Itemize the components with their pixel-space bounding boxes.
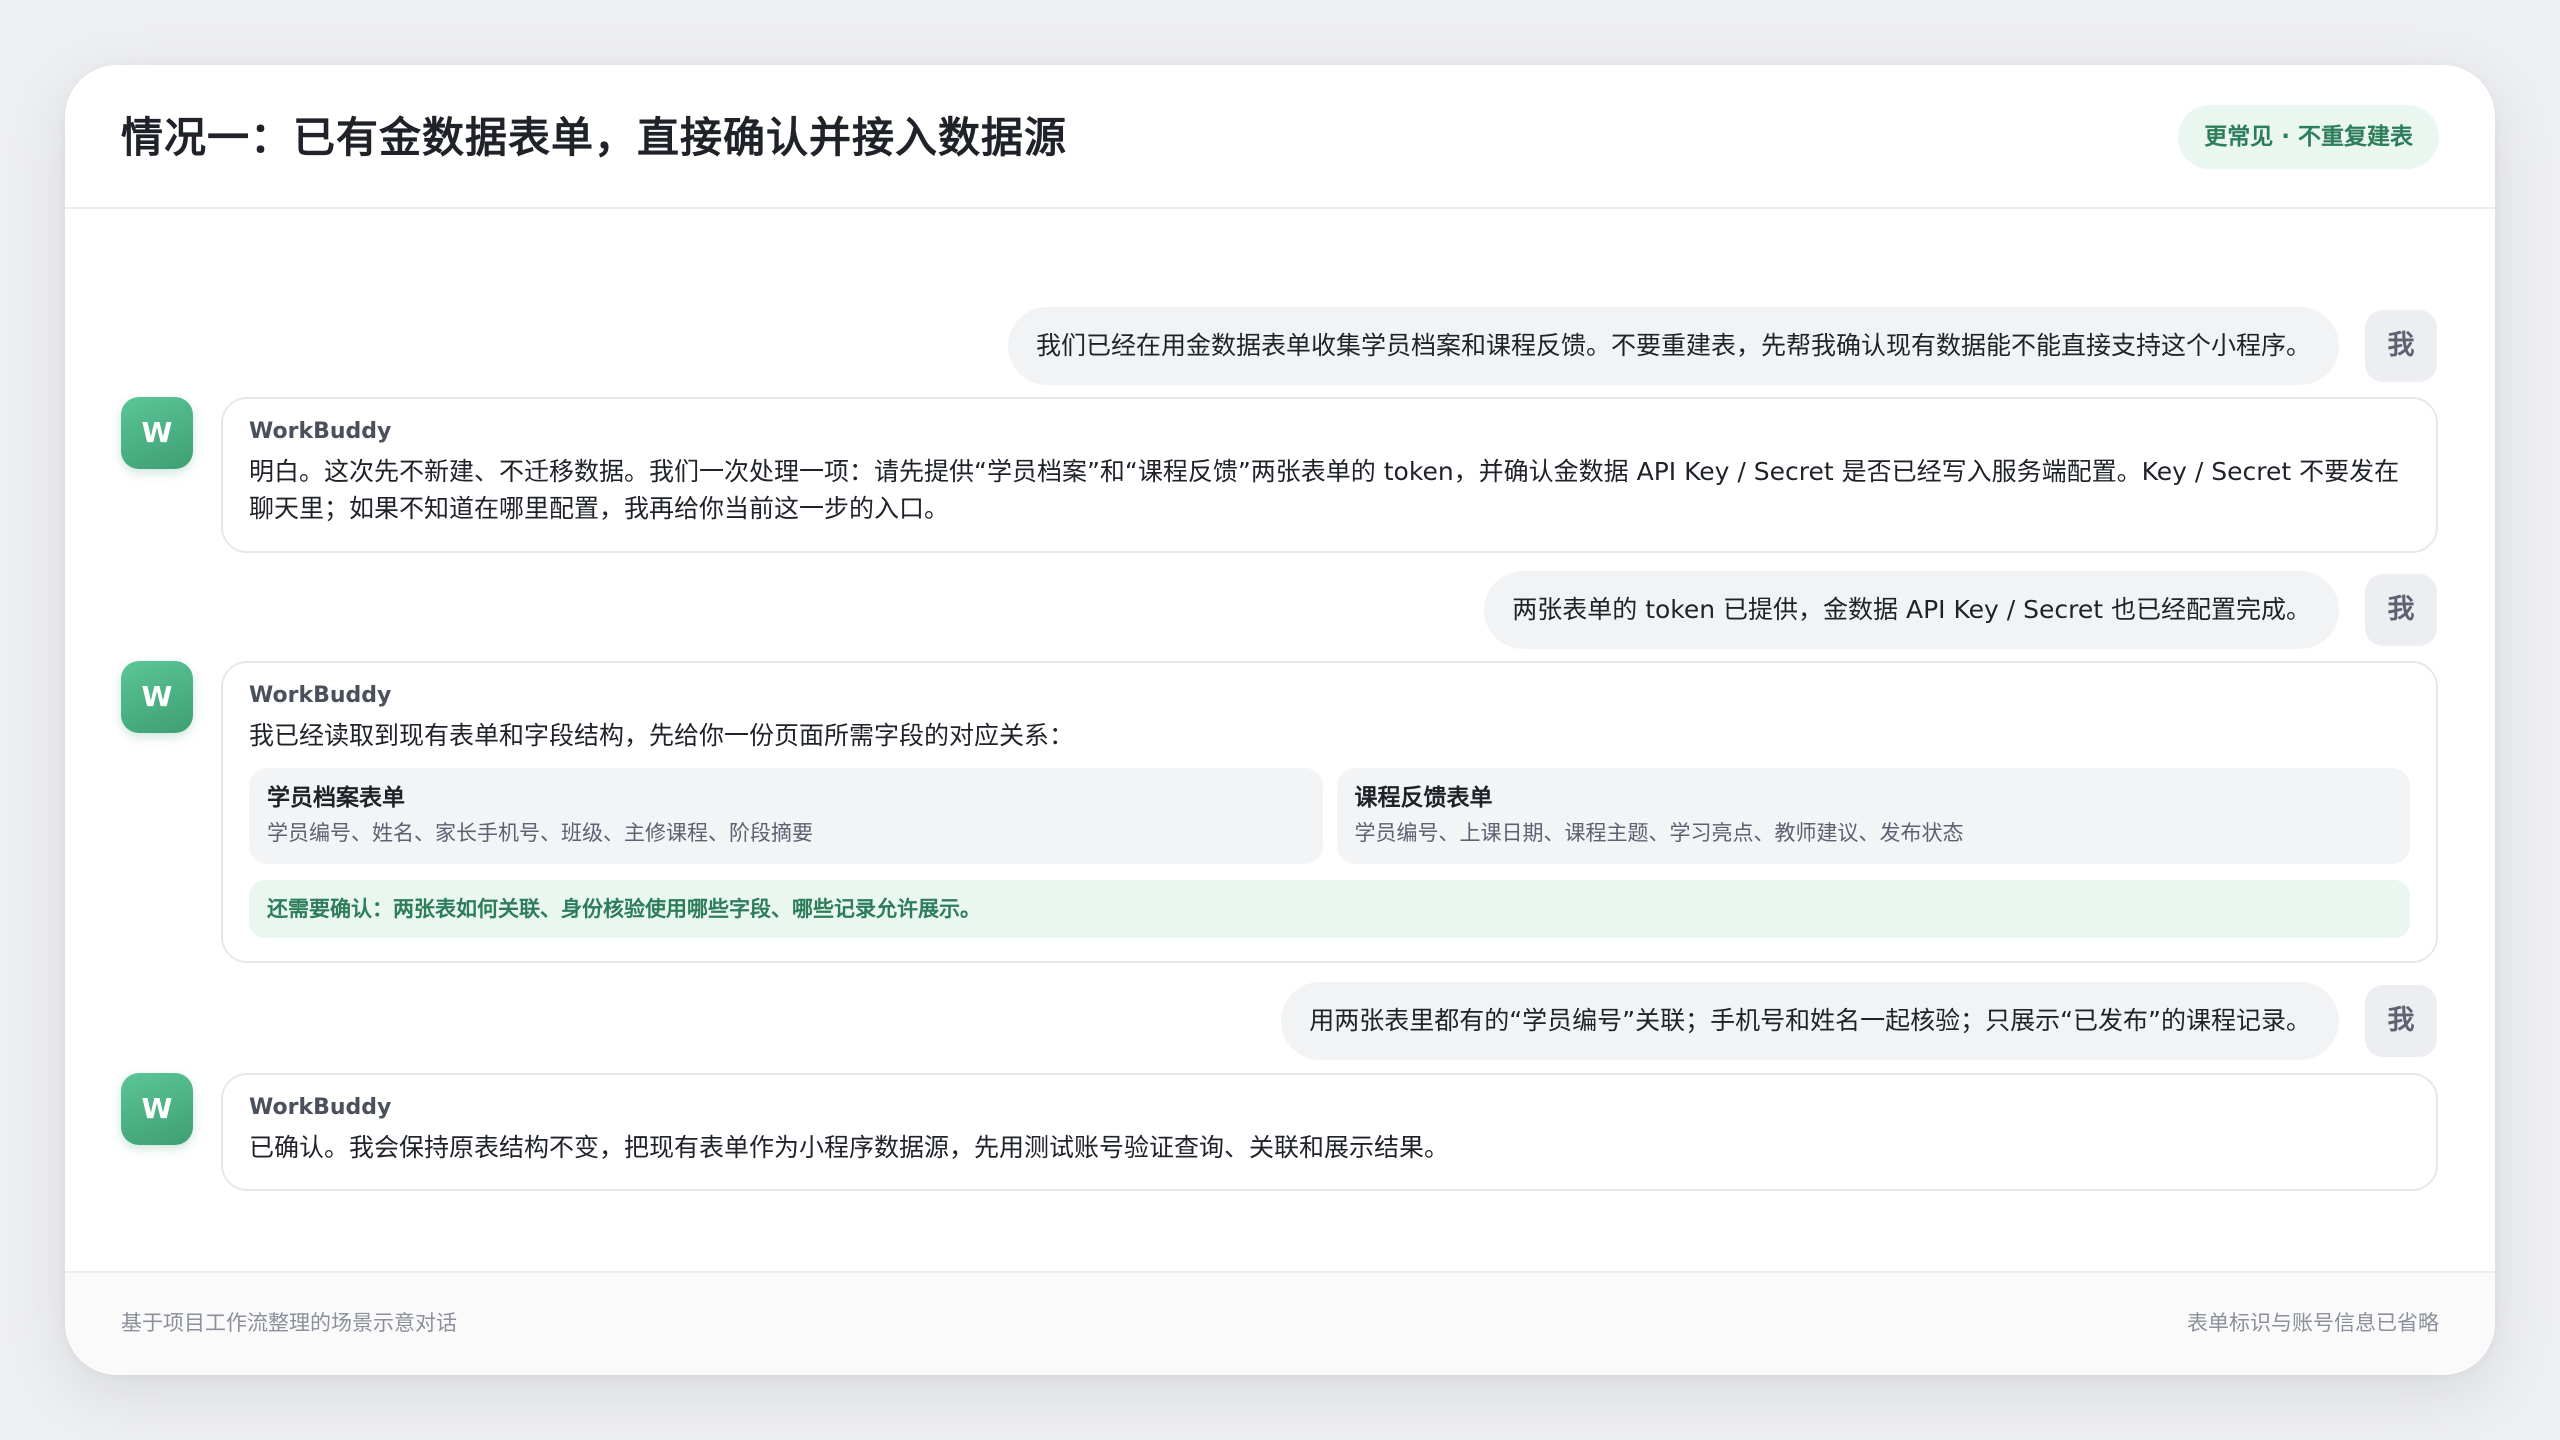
form-title: 学员档案表单 — [267, 785, 405, 811]
footer-caption: 基于项目工作流整理的场景示意对话 — [121, 1311, 457, 1335]
footer-disclaimer: 表单标识与账号信息已省略 — [2187, 1311, 2439, 1335]
bot-message-bubble: WorkBuddy 已确认。我会保持原表结构不变，把现有表单作为小程序数据源，先… — [221, 1073, 2438, 1191]
bot-avatar: W — [121, 1073, 193, 1145]
user-message-bubble: 用两张表里都有的“学员编号”关联；手机号和姓名一起核验；只展示“已发布”的课程记… — [1281, 982, 2339, 1060]
sender-name: WorkBuddy — [249, 683, 392, 708]
user-avatar: 我 — [2365, 310, 2437, 382]
chat-thread: 我们已经在用金数据表单收集学员档案和课程反馈。不要重建表，先帮我确认现有数据能不… — [65, 209, 2495, 1229]
user-message-bubble: 我们已经在用金数据表单收集学员档案和课程反馈。不要重建表，先帮我确认现有数据能不… — [1007, 307, 2339, 385]
bot-message-bubble: WorkBuddy 我已经读取到现有表单和字段结构，先给你一份页面所需字段的对应… — [221, 661, 2438, 963]
card-footer: 基于项目工作流整理的场景示意对话 表单标识与账号信息已省略 — [65, 1271, 2495, 1375]
form-title: 课程反馈表单 — [1354, 785, 1493, 811]
page-title: 情况一：已有金数据表单，直接确认并接入数据源 — [121, 113, 1068, 162]
form-mapping: 学员档案表单 学员编号、姓名、家长手机号、班级、主修课程、阶段摘要 课程反馈表单… — [249, 768, 2410, 864]
form-fields: 学员编号、姓名、家长手机号、班级、主修课程、阶段摘要 — [267, 821, 813, 845]
status-badge: 更常见 · 不重复建表 — [2178, 105, 2439, 169]
pending-confirmation-note: 还需要确认：两张表如何关联、身份核验使用哪些字段、哪些记录允许展示。 — [249, 880, 2410, 938]
card-header: 情况一：已有金数据表单，直接确认并接入数据源 更常见 · 不重复建表 — [65, 65, 2495, 209]
user-message-bubble: 两张表单的 token 已提供，金数据 API Key / Secret 也已经… — [1484, 571, 2339, 649]
user-avatar: 我 — [2365, 985, 2437, 1057]
message-text: 明白。这次先不新建、不迁移数据。我们一次处理一项：请先提供“学员档案”和“课程反… — [249, 457, 2400, 523]
bot-avatar: W — [121, 397, 193, 469]
bot-avatar: W — [121, 661, 193, 733]
message-text: 我已经读取到现有表单和字段结构，先给你一份页面所需字段的对应关系： — [249, 721, 1075, 750]
sender-name: WorkBuddy — [249, 1095, 392, 1120]
form-card-student: 学员档案表单 学员编号、姓名、家长手机号、班级、主修课程、阶段摘要 — [249, 768, 1323, 864]
form-fields: 学员编号、上课日期、课程主题、学习亮点、教师建议、发布状态 — [1354, 821, 1964, 845]
user-avatar: 我 — [2365, 574, 2437, 646]
sender-name: WorkBuddy — [249, 419, 392, 444]
scenario-card: 情况一：已有金数据表单，直接确认并接入数据源 更常见 · 不重复建表 我们已经在… — [65, 65, 2495, 1375]
message-text: 已确认。我会保持原表结构不变，把现有表单作为小程序数据源，先用测试账号验证查询、… — [249, 1133, 1450, 1162]
form-card-feedback: 课程反馈表单 学员编号、上课日期、课程主题、学习亮点、教师建议、发布状态 — [1336, 768, 2410, 864]
bot-message-bubble: WorkBuddy 明白。这次先不新建、不迁移数据。我们一次处理一项：请先提供“… — [221, 397, 2438, 553]
